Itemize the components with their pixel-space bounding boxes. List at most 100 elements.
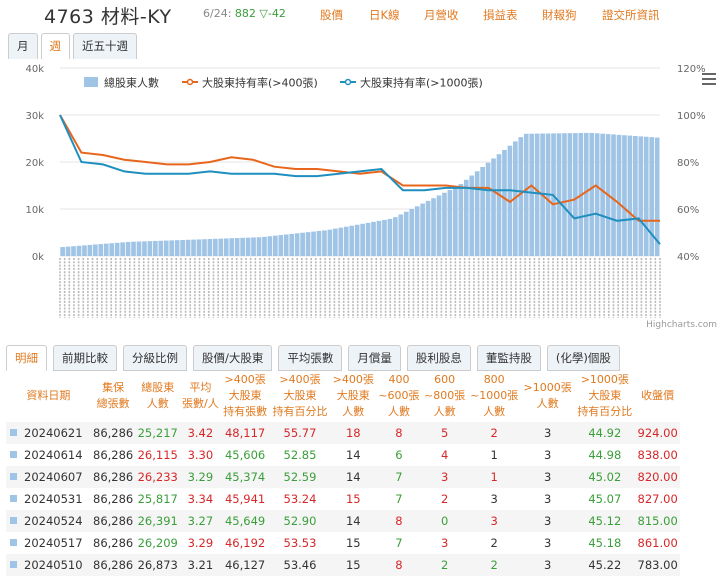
table-cell: 14 bbox=[330, 510, 377, 532]
column-header[interactable]: >400張 大股東 人數 bbox=[330, 370, 376, 422]
column-header[interactable]: >1000張 人數 bbox=[521, 370, 574, 422]
tab-monthly-repay[interactable]: 月償量 bbox=[348, 345, 401, 371]
date-text: 20240607 bbox=[24, 470, 83, 484]
table-row[interactable]: 20240531 86,286 25,817 3.34 45,941 53.24 15 7 2 3… bbox=[6, 488, 680, 510]
table-cell: 783.00 bbox=[635, 554, 680, 576]
bar bbox=[403, 211, 409, 256]
legend-label-holders: 總股東人數 bbox=[104, 76, 159, 90]
table-row[interactable]: 20240510 86,286 26,873 3.21 46,127 53.46 15 8 2 2… bbox=[6, 554, 680, 576]
table-cell: 3 bbox=[520, 554, 575, 576]
tab-director-holding[interactable]: 董監持股 bbox=[476, 345, 541, 371]
column-header[interactable]: 800 ~1000張 人數 bbox=[467, 370, 520, 422]
bar bbox=[365, 222, 371, 256]
column-header[interactable]: 集保 總張數 bbox=[91, 370, 136, 422]
column-header-line: 大股東 bbox=[228, 389, 262, 402]
bar bbox=[163, 240, 169, 256]
column-header[interactable]: 收盤價 bbox=[635, 370, 680, 422]
link-income-statement[interactable]: 損益表 bbox=[483, 7, 518, 23]
bar bbox=[218, 238, 224, 256]
link-stock-price[interactable]: 股價 bbox=[320, 7, 343, 23]
tab-week[interactable]: 週 bbox=[40, 33, 70, 59]
table-row[interactable]: 20240607 86,286 26,233 3.29 45,374 52.59 14 7 3 1… bbox=[6, 466, 680, 488]
column-header[interactable]: 資料日期 bbox=[6, 370, 91, 422]
column-header[interactable]: >400張 大股東 持有張數 bbox=[221, 370, 270, 422]
chart-credit[interactable]: Highcharts.com bbox=[646, 320, 717, 330]
quote-date: 6/24: bbox=[203, 7, 232, 20]
bar bbox=[414, 206, 420, 256]
y-right-tick-label: 80% bbox=[677, 158, 699, 169]
column-header-line: 平均 bbox=[189, 381, 212, 394]
row-marker-icon bbox=[10, 517, 17, 524]
table-cell: 86,286 bbox=[90, 554, 136, 576]
bar bbox=[491, 158, 496, 256]
tab-tier-ratio[interactable]: 分級比例 bbox=[123, 345, 187, 371]
bar bbox=[185, 239, 191, 256]
table-cell: 7 bbox=[395, 536, 403, 550]
column-header-line: 大股東 bbox=[336, 389, 370, 402]
table-cell: 15 bbox=[345, 536, 361, 550]
column-header-line: ~1000張 bbox=[470, 389, 519, 402]
link-monthly-revenue[interactable]: 月營收 bbox=[424, 7, 459, 23]
bar bbox=[453, 187, 458, 256]
table-cell: 53.53 bbox=[283, 536, 317, 550]
bar bbox=[349, 225, 355, 256]
table-cell: 2 bbox=[440, 492, 449, 506]
tab-avg-shares[interactable]: 平均張數 bbox=[278, 345, 343, 371]
column-header[interactable]: 400 ~600張 人數 bbox=[376, 370, 422, 422]
tab-month[interactable]: 月 bbox=[8, 33, 38, 59]
link-statementdog[interactable]: 財報狗 bbox=[542, 7, 577, 23]
column-header[interactable]: 600 ~800張 人數 bbox=[422, 370, 468, 422]
bar bbox=[447, 190, 453, 256]
table-cell: 45.02 bbox=[574, 466, 636, 488]
bar bbox=[529, 133, 535, 256]
table-tabs: 明細 前期比較 分級比例 股價/大股東 平均張數 月償量 股利股息 董監持股 (… bbox=[6, 345, 626, 371]
column-header-line: 資料日期 bbox=[26, 389, 71, 402]
bar bbox=[273, 235, 278, 256]
table-cell: 86,286 bbox=[90, 422, 136, 444]
bar bbox=[256, 237, 262, 256]
date-cell: 20240614 bbox=[6, 444, 91, 466]
column-header[interactable]: 平均 張數/人 bbox=[180, 370, 221, 422]
table-cell: 8 bbox=[376, 422, 422, 444]
link-daily-k[interactable]: 日K線 bbox=[369, 7, 400, 23]
legend-label-400: 大股東持有率(>400張) bbox=[202, 76, 318, 90]
tab-price-major[interactable]: 股價/大股東 bbox=[193, 345, 273, 371]
bar bbox=[523, 133, 529, 256]
table-cell: 3 bbox=[520, 510, 575, 532]
bar bbox=[169, 240, 175, 256]
table-row[interactable]: 20240524 86,286 26,391 3.27 45,649 52.90 14 8 0 3… bbox=[6, 510, 680, 532]
table-cell: 8 bbox=[376, 554, 422, 576]
tab-50-weeks[interactable]: 近五十週 bbox=[73, 33, 137, 59]
table-cell: 3 bbox=[520, 422, 575, 444]
table-row[interactable]: 20240614 86,286 26,115 3.30 45,606 52.85 14 6 4 1… bbox=[6, 444, 680, 466]
bar bbox=[534, 133, 540, 256]
quote: 6/24: 882 ▽-42 bbox=[203, 7, 286, 20]
y-right-tick-label: 60% bbox=[677, 205, 699, 216]
bar bbox=[147, 241, 153, 256]
chart-menu-icon[interactable] bbox=[702, 73, 716, 85]
table-cell: 7 bbox=[395, 492, 403, 506]
tab-dividend[interactable]: 股利股息 bbox=[406, 345, 471, 371]
table-cell: 86,286 bbox=[93, 536, 134, 550]
table-row[interactable]: 20240621 86,286 25,217 3.42 48,117 55.77 18 8 5 2… bbox=[6, 422, 680, 444]
column-header[interactable]: 總股東 人數 bbox=[135, 370, 180, 422]
stock-code: 4763 bbox=[44, 6, 95, 28]
row-marker-icon bbox=[10, 473, 17, 480]
column-header[interactable]: >400張 大股東 持有百分比 bbox=[270, 370, 331, 422]
tab-chemical-stocks[interactable]: (化學)個股 bbox=[546, 345, 620, 371]
bar bbox=[229, 238, 235, 256]
link-twse-info[interactable]: 證交所資訊 bbox=[602, 7, 660, 23]
date-text: 20240524 bbox=[24, 514, 83, 528]
tab-prev-compare[interactable]: 前期比較 bbox=[53, 345, 117, 371]
bar bbox=[382, 219, 387, 256]
tab-detail[interactable]: 明細 bbox=[6, 345, 47, 371]
table-cell: 52.90 bbox=[269, 510, 331, 532]
table-cell: 15 bbox=[330, 554, 377, 576]
shareholder-chart: 0k 10k 20k 30k 40k 40% 60% 80% 100% 120% 總股東人數 大股東持… bbox=[0, 58, 720, 334]
stock-name: 材料-KY bbox=[100, 6, 172, 28]
bar bbox=[594, 133, 600, 256]
table-cell: 3.34 bbox=[187, 492, 214, 506]
holdings-table-wrap: 資料日期 集保 總張數 總股東 人數 平均 張數/人 >400張 大股東 持有張數 >400張 大股東… bbox=[6, 370, 680, 576]
table-row[interactable]: 20240517 86,286 26,209 3.29 46,192 53.53 15 7 3 2… bbox=[6, 532, 680, 554]
column-header[interactable]: >1000張 大股東 持有百分比 bbox=[574, 370, 635, 422]
